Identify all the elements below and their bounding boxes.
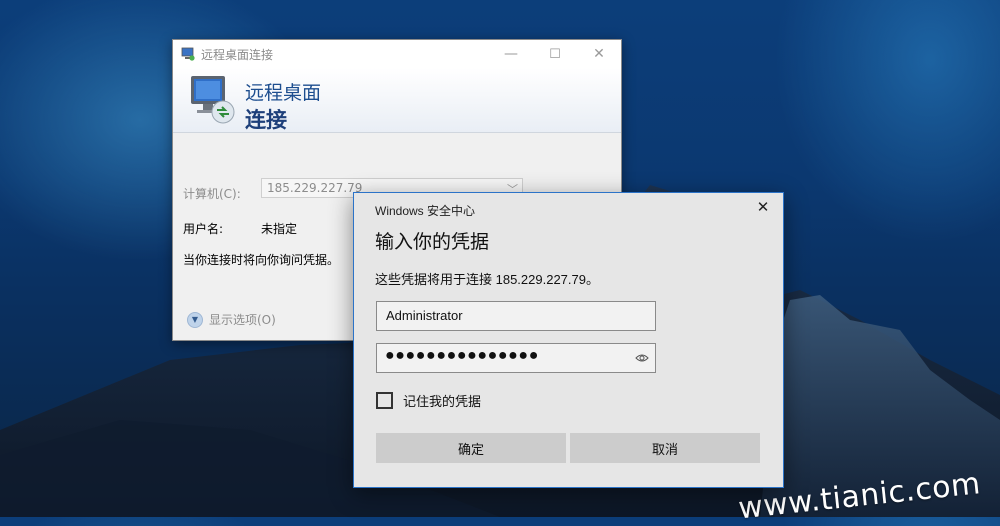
remember-credentials[interactable]: 记住我的凭据 (376, 391, 481, 410)
username-field[interactable]: Administrator (376, 301, 656, 331)
banner-line2: 连接 (245, 108, 287, 132)
username-input-value: Administrator (386, 308, 463, 323)
dialog-close-button[interactable]: ✕ (753, 198, 773, 216)
close-button[interactable]: ✕ (577, 40, 621, 68)
dialog-header: Windows 安全中心 (375, 204, 476, 218)
dialog-description: 这些凭据将用于连接 185.229.227.79。 (375, 272, 599, 287)
credential-hint: 当你连接时将向你询问凭据。 (183, 253, 340, 267)
banner-line1: 远程桌面 (245, 82, 322, 104)
username-value: 未指定 (261, 222, 298, 236)
minimize-icon: — (504, 46, 518, 62)
cancel-button[interactable]: 取消 (570, 433, 760, 463)
close-icon: ✕ (593, 46, 605, 62)
computer-label: 计算机(C): (183, 187, 241, 201)
credential-dialog: Windows 安全中心 ✕ 输入你的凭据 这些凭据将用于连接 185.229.… (353, 192, 784, 488)
eye-icon[interactable] (635, 352, 649, 364)
show-options-label: 显示选项(O) (209, 313, 276, 327)
dialog-title: 输入你的凭据 (375, 232, 490, 253)
maximize-button[interactable]: ☐ (533, 40, 577, 68)
rdp-titlebar[interactable]: 远程桌面连接 — ☐ ✕ (173, 40, 621, 68)
password-masked-value: ●●●●●●●●●●●●●●● (385, 347, 539, 364)
close-icon: ✕ (756, 199, 770, 216)
rdp-monitor-icon (191, 76, 235, 124)
show-options-button[interactable]: ▼ 显示选项(O) (187, 311, 276, 328)
remember-label: 记住我的凭据 (403, 394, 482, 409)
password-field[interactable]: ●●●●●●●●●●●●●●● (376, 343, 656, 373)
remember-checkbox[interactable] (376, 392, 393, 409)
maximize-icon: ☐ (549, 46, 561, 62)
computer-value: 185.229.227.79 (267, 181, 363, 195)
rdp-app-icon (181, 47, 195, 61)
minimize-button[interactable]: — (489, 40, 533, 68)
ok-button[interactable]: 确定 (376, 433, 566, 463)
username-label: 用户名: (183, 222, 224, 236)
rdp-banner: 远程桌面 连接 (173, 68, 621, 133)
chevron-down-circle-icon: ▼ (187, 311, 203, 328)
rdp-window-title: 远程桌面连接 (201, 47, 274, 62)
